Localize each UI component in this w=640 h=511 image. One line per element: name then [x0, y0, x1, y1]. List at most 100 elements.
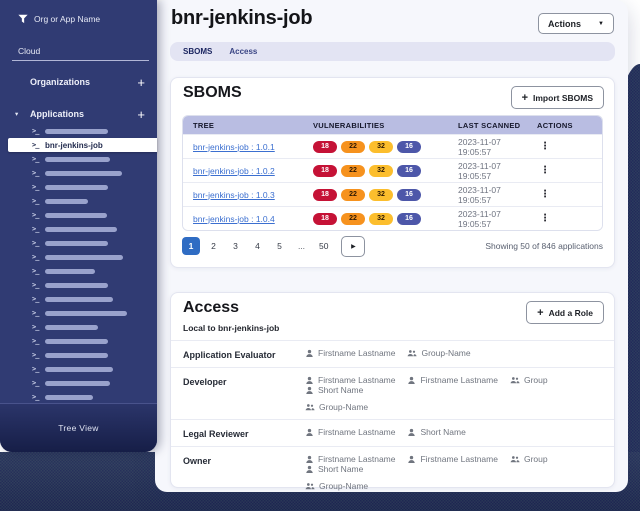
- terminal-prompt-icon: >_: [32, 253, 39, 261]
- page-button[interactable]: 1: [182, 237, 200, 255]
- page-button[interactable]: 5: [275, 241, 284, 251]
- page-button[interactable]: 4: [253, 241, 262, 251]
- tree-item-skeleton[interactable]: >_: [0, 250, 157, 264]
- tree-view-label: Tree View: [58, 423, 99, 433]
- row-actions-menu[interactable]: ⋮: [527, 213, 602, 224]
- member-person: Firstname Lastname: [305, 427, 395, 437]
- tree-item-skeleton[interactable]: >_: [0, 194, 157, 208]
- member-person: Short Name: [407, 427, 466, 437]
- tab-access[interactable]: Access: [229, 47, 257, 56]
- tab-sboms[interactable]: SBOMS: [183, 47, 212, 56]
- tree-item-skeleton[interactable]: >_: [0, 376, 157, 390]
- tree-item-skeleton[interactable]: >_: [0, 208, 157, 222]
- person-icon: [408, 428, 416, 436]
- org-filter-label: Org or App Name: [34, 14, 101, 24]
- vuln-badge-critical: 18: [313, 188, 337, 201]
- roles-list: Application Evaluator Firstname Lastname G…: [171, 340, 614, 498]
- add-organization-button[interactable]: +: [137, 76, 145, 89]
- member-person: Firstname Lastname: [305, 375, 395, 385]
- table-row: bnr-jenkins-job : 1.0.3 18 22 32 16 2023-11-0…: [183, 182, 602, 206]
- terminal-prompt-icon: >_: [32, 239, 39, 247]
- actions-button[interactable]: Actions ▼: [538, 13, 614, 34]
- last-scanned-value: 2023-11-07 19:05:57: [458, 160, 501, 181]
- tree-item-skeleton[interactable]: >_: [0, 278, 157, 292]
- tree-item-skeleton[interactable]: >_: [0, 236, 157, 250]
- sbom-tree-link[interactable]: bnr-jenkins-job : 1.0.3: [183, 190, 303, 200]
- terminal-prompt-icon: >_: [32, 267, 39, 275]
- main-panel: bnr-jenkins-job Actions ▼ SBOMS Access SB…: [155, 0, 628, 492]
- add-application-button[interactable]: +: [137, 108, 145, 121]
- tree-item-skeleton[interactable]: >_: [0, 166, 157, 180]
- table-row: bnr-jenkins-job : 1.0.2 18 22 32 16 2023-11-0…: [183, 158, 602, 182]
- role-row: Legal Reviewer Firstname Lastname Short Na…: [171, 419, 614, 446]
- table-header-row: TREE VULNERABILITIES LAST SCANNED ACTIONS: [183, 116, 602, 134]
- tree-item-skeleton[interactable]: >_: [0, 264, 157, 278]
- access-card: Access Local to bnr-jenkins-job + Add a …: [170, 292, 615, 491]
- sidebar-footer[interactable]: Tree View: [0, 403, 157, 452]
- page-button[interactable]: 50: [319, 241, 328, 251]
- table-row: bnr-jenkins-job : 1.0.4 18 22 32 16 2023-11-0…: [183, 206, 602, 230]
- skeleton-bar: [45, 324, 98, 330]
- pagination: 1 2 3 4 5... 50 ▶ Showing 50 of 846 applicati…: [182, 235, 603, 257]
- vuln-badge-low: 16: [397, 140, 421, 153]
- row-actions-menu[interactable]: ⋮: [527, 165, 602, 176]
- sbom-tree-link[interactable]: bnr-jenkins-job : 1.0.1: [183, 142, 303, 152]
- page-button[interactable]: 2: [209, 241, 218, 251]
- member-group: Group-Name: [407, 348, 471, 358]
- skeleton-bar: [45, 380, 110, 386]
- vuln-badge-medium: 32: [369, 140, 393, 153]
- tree-item-skeleton[interactable]: >_: [0, 124, 157, 138]
- next-page-button[interactable]: ▶: [341, 235, 366, 257]
- terminal-prompt-icon: >_: [32, 365, 39, 373]
- sidebar-item-organizations[interactable]: Organizations +: [0, 74, 157, 90]
- tree-item-skeleton[interactable]: >_: [0, 390, 157, 404]
- tree-item-skeleton[interactable]: >_: [0, 292, 157, 306]
- sboms-table: TREE VULNERABILITIES LAST SCANNED ACTIONS b…: [182, 115, 603, 231]
- add-role-button[interactable]: + Add a Role: [526, 301, 604, 324]
- member-lines: Firstname Lastname Firstname Lastname Grou…: [305, 454, 602, 491]
- member-label: Short Name: [318, 464, 364, 474]
- terminal-prompt-icon: >_: [32, 309, 39, 317]
- terminal-prompt-icon: >_: [32, 337, 39, 345]
- skeleton-bar: [45, 338, 108, 344]
- sidebar-divider: [12, 60, 149, 61]
- sidebar-item-applications[interactable]: ▾ Applications +: [0, 106, 157, 122]
- sidebar: Org or App Name Cloud Organizations + ▾ …: [0, 0, 157, 452]
- member-person: Firstname Lastname: [407, 454, 498, 464]
- sbom-tree-link[interactable]: bnr-jenkins-job : 1.0.2: [183, 166, 303, 176]
- application-tree: >_ >_ bnr-jenkins-job >_ >_ >_ >_ >_ >_ >_ >_ >_ >_ >…: [0, 124, 157, 404]
- tree-item-skeleton[interactable]: >_: [0, 180, 157, 194]
- tree-item-skeleton[interactable]: >_: [0, 222, 157, 236]
- sidebar-item-cloud[interactable]: Cloud: [18, 46, 40, 56]
- tree-item-skeleton[interactable]: >_: [0, 152, 157, 166]
- column-header: LAST SCANNED: [458, 120, 521, 130]
- row-actions-menu[interactable]: ⋮: [527, 189, 602, 200]
- terminal-prompt-icon: >_: [32, 281, 39, 289]
- member-line: Firstname Lastname Group-Name: [305, 348, 602, 358]
- tree-item-skeleton[interactable]: >_: [0, 306, 157, 320]
- terminal-prompt-icon: >_: [32, 225, 39, 233]
- tree-item-skeleton[interactable]: >_: [0, 334, 157, 348]
- member-line: Firstname Lastname Firstname Lastname Grou…: [305, 375, 602, 395]
- sbom-tree-link[interactable]: bnr-jenkins-job : 1.0.4: [183, 214, 303, 224]
- member-group: Group-Name: [305, 481, 368, 491]
- org-filter[interactable]: Org or App Name: [18, 14, 100, 24]
- row-actions-menu[interactable]: ⋮: [527, 141, 602, 152]
- organizations-label: Organizations: [30, 77, 91, 87]
- column-header: TREE: [193, 120, 215, 130]
- vuln-badge-medium: 32: [369, 188, 393, 201]
- tree-item-selected[interactable]: >_ bnr-jenkins-job: [8, 138, 157, 152]
- cloud-label: Cloud: [18, 46, 41, 56]
- last-scanned-value: 2023-11-07 19:05:57: [458, 208, 501, 229]
- member-label: Group: [523, 375, 548, 385]
- vuln-badge-low: 16: [397, 188, 421, 201]
- applications-label: Applications: [30, 109, 85, 119]
- tree-item-skeleton[interactable]: >_: [0, 348, 157, 362]
- page-button[interactable]: 3: [231, 241, 240, 251]
- import-sboms-button[interactable]: + Import SBOMS: [510, 86, 604, 109]
- next-page-icon: ▶: [351, 243, 356, 250]
- tree-item-skeleton[interactable]: >_: [0, 362, 157, 376]
- tree-item-skeleton[interactable]: >_: [0, 320, 157, 334]
- group-icon: [510, 455, 520, 462]
- vulnerability-badges: 18 22 32 16: [303, 188, 448, 201]
